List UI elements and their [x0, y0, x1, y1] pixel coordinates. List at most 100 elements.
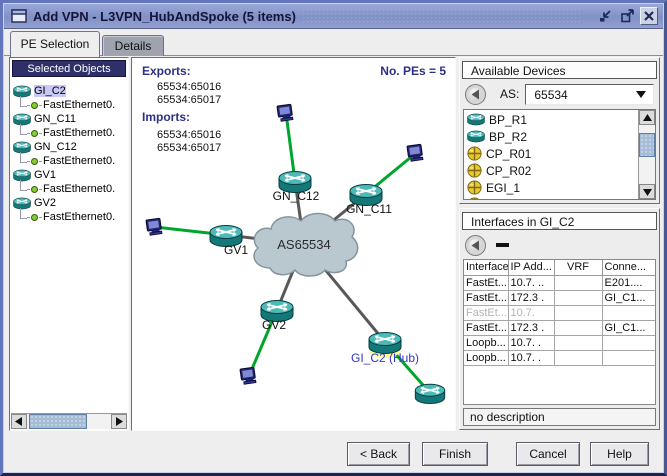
tree-connector: [20, 124, 27, 135]
exports-label: Exports:: [142, 64, 191, 78]
interfaces-header: Interfaces in GI_C2: [462, 212, 657, 230]
ce-link: [286, 113, 295, 181]
topo-node-ce_bottom[interactable]: [240, 367, 256, 384]
interface-row[interactable]: Loopb...10.7. .: [464, 350, 655, 365]
table-header-row: Interface IP Add... VRF Conne...: [464, 260, 655, 275]
device-item-BP_R1[interactable]: BP_R1: [464, 111, 638, 128]
right-arrow-icon: [115, 417, 123, 426]
topo-node-ce_top[interactable]: [277, 104, 293, 121]
tree-device-GI_C2[interactable]: GI_C2: [10, 84, 128, 98]
node-label: GN_C12: [273, 189, 320, 203]
scroll-down-button[interactable]: [639, 184, 655, 199]
interfaces-table: Interface IP Add... VRF Conne... FastEt.…: [464, 260, 655, 366]
as-combobox[interactable]: 65534: [525, 84, 654, 105]
device-item-BP_R2[interactable]: BP_R2: [464, 128, 638, 145]
tree-device-GV2[interactable]: GV2: [10, 196, 128, 210]
interface-row[interactable]: FastEt...172.3 .GI_C1...: [464, 290, 655, 305]
tree-connector: [20, 180, 27, 191]
cloud-label: AS65534: [277, 237, 331, 252]
imports-label: Imports:: [142, 110, 190, 124]
interface-icon: [31, 130, 38, 137]
node-label: GI_C2 (Hub): [351, 351, 419, 365]
device-item-CP_R02[interactable]: CP_R02: [464, 162, 638, 179]
down-arrow-icon: [643, 188, 652, 196]
tree-device-GN_C12[interactable]: GN_C12: [10, 140, 128, 154]
interfaces-table-wrap: Interface IP Add... VRF Conne... FastEt.…: [463, 259, 656, 405]
available-devices-list: BP_R1BP_R2CP_R01CP_R02EGI_1: [464, 110, 638, 199]
as-label: AS:: [500, 87, 519, 101]
selected-objects-panel: Selected Objects GI_C2FastEthernet0.GN_C…: [9, 57, 129, 431]
node-label: GV2: [262, 318, 286, 332]
tree-interface[interactable]: FastEthernet0.: [10, 154, 128, 168]
scroll-track[interactable]: [27, 414, 111, 429]
tab-details[interactable]: Details: [102, 35, 164, 56]
title-bar[interactable]: Add VPN - L3VPN_HubAndSpoke (5 items): [4, 4, 663, 29]
selected-objects-header: Selected Objects: [12, 60, 126, 77]
tree-interface[interactable]: FastEthernet0.: [10, 126, 128, 140]
interface-row[interactable]: FastEt...10.7.: [464, 305, 655, 320]
interface-row[interactable]: FastEt...172.3 .GI_C1...: [464, 320, 655, 335]
interface-icon: [31, 214, 38, 221]
col-ip-address[interactable]: IP Add...: [508, 260, 554, 275]
node-label: GN_C11: [346, 202, 392, 216]
export-value: 65534:65017: [157, 94, 221, 106]
col-vrf[interactable]: VRF: [554, 260, 602, 275]
interface-icon: [31, 186, 38, 193]
interface-row[interactable]: Loopb...10.7. .: [464, 335, 655, 350]
col-interface[interactable]: Interface: [464, 260, 508, 275]
tree-connector: [20, 96, 27, 107]
tree-device-GN_C11[interactable]: GN_C11: [10, 112, 128, 126]
add-device-left-button[interactable]: [465, 84, 486, 105]
device-item-EGI_1[interactable]: EGI_1: [464, 179, 638, 196]
device-item-partial[interactable]: [464, 196, 638, 199]
cancel-button[interactable]: Cancel: [516, 442, 580, 466]
interface-icon: [31, 102, 38, 109]
devices-vertical-scrollbar[interactable]: [638, 110, 655, 199]
titlebar-texture: [302, 8, 583, 24]
available-devices-header: Available Devices: [462, 61, 657, 79]
node-label: GV1: [224, 243, 248, 257]
scroll-thumb[interactable]: [639, 133, 655, 157]
topology-panel: AS65534 GN_C12 GN_C11 GV1 GV2 GI_C2 (Hub) Exp…: [131, 57, 456, 431]
available-devices-panel: Available Devices AS: 65534 BP_R1BP_R2CP…: [459, 57, 660, 204]
as-cloud[interactable]: AS65534: [254, 214, 358, 277]
tab-strip: PE Selection Details: [4, 29, 663, 56]
add-vpn-dialog: Add VPN - L3VPN_HubAndSpoke (5 items): [0, 0, 667, 476]
tree-horizontal-scrollbar[interactable]: [11, 413, 127, 429]
description-box: no description: [463, 408, 656, 426]
minimize-button[interactable]: [596, 7, 614, 25]
close-icon: [641, 8, 657, 24]
tree-device-GV1[interactable]: GV1: [10, 168, 128, 182]
maximize-button[interactable]: [618, 7, 636, 25]
as-combobox-value: 65534: [526, 85, 629, 104]
scroll-left-button[interactable]: [11, 414, 27, 429]
close-button[interactable]: [640, 7, 658, 25]
finish-button[interactable]: Finish: [422, 442, 488, 466]
scroll-track[interactable]: [639, 125, 655, 184]
topo-node-ce_br[interactable]: [415, 384, 444, 403]
export-value: 65534:65016: [157, 81, 221, 93]
interface-left-button[interactable]: [465, 235, 486, 256]
left-triangle-icon: [471, 89, 480, 100]
left-arrow-icon: [15, 417, 23, 426]
scroll-thumb[interactable]: [29, 414, 87, 429]
interface-row[interactable]: FastEt...10.7. ..E201....: [464, 275, 655, 290]
tree-interface[interactable]: FastEthernet0.: [10, 210, 128, 224]
pe-count-label: No. PEs = 5: [380, 64, 446, 78]
back-button[interactable]: < Back: [347, 442, 410, 466]
scroll-up-button[interactable]: [639, 110, 655, 125]
device-item-CP_R01[interactable]: CP_R01: [464, 145, 638, 162]
tree-interface[interactable]: FastEthernet0.: [10, 182, 128, 196]
tab-pe-selection[interactable]: PE Selection: [10, 31, 100, 57]
maximize-icon: [619, 8, 635, 24]
topo-node-ce_left[interactable]: [146, 218, 162, 235]
col-connected[interactable]: Conne...: [602, 260, 655, 275]
remove-interface-button[interactable]: [496, 243, 509, 247]
combo-dropdown-arrow[interactable]: [629, 85, 653, 104]
left-triangle-icon: [471, 240, 480, 251]
tree-interface[interactable]: FastEthernet0.: [10, 98, 128, 112]
pe-selection-page: Selected Objects GI_C2FastEthernet0.GN_C…: [4, 56, 663, 435]
scroll-right-button[interactable]: [111, 414, 127, 429]
help-button[interactable]: Help: [590, 442, 649, 466]
dialog-button-bar: < Back Finish Cancel Help: [4, 435, 663, 472]
